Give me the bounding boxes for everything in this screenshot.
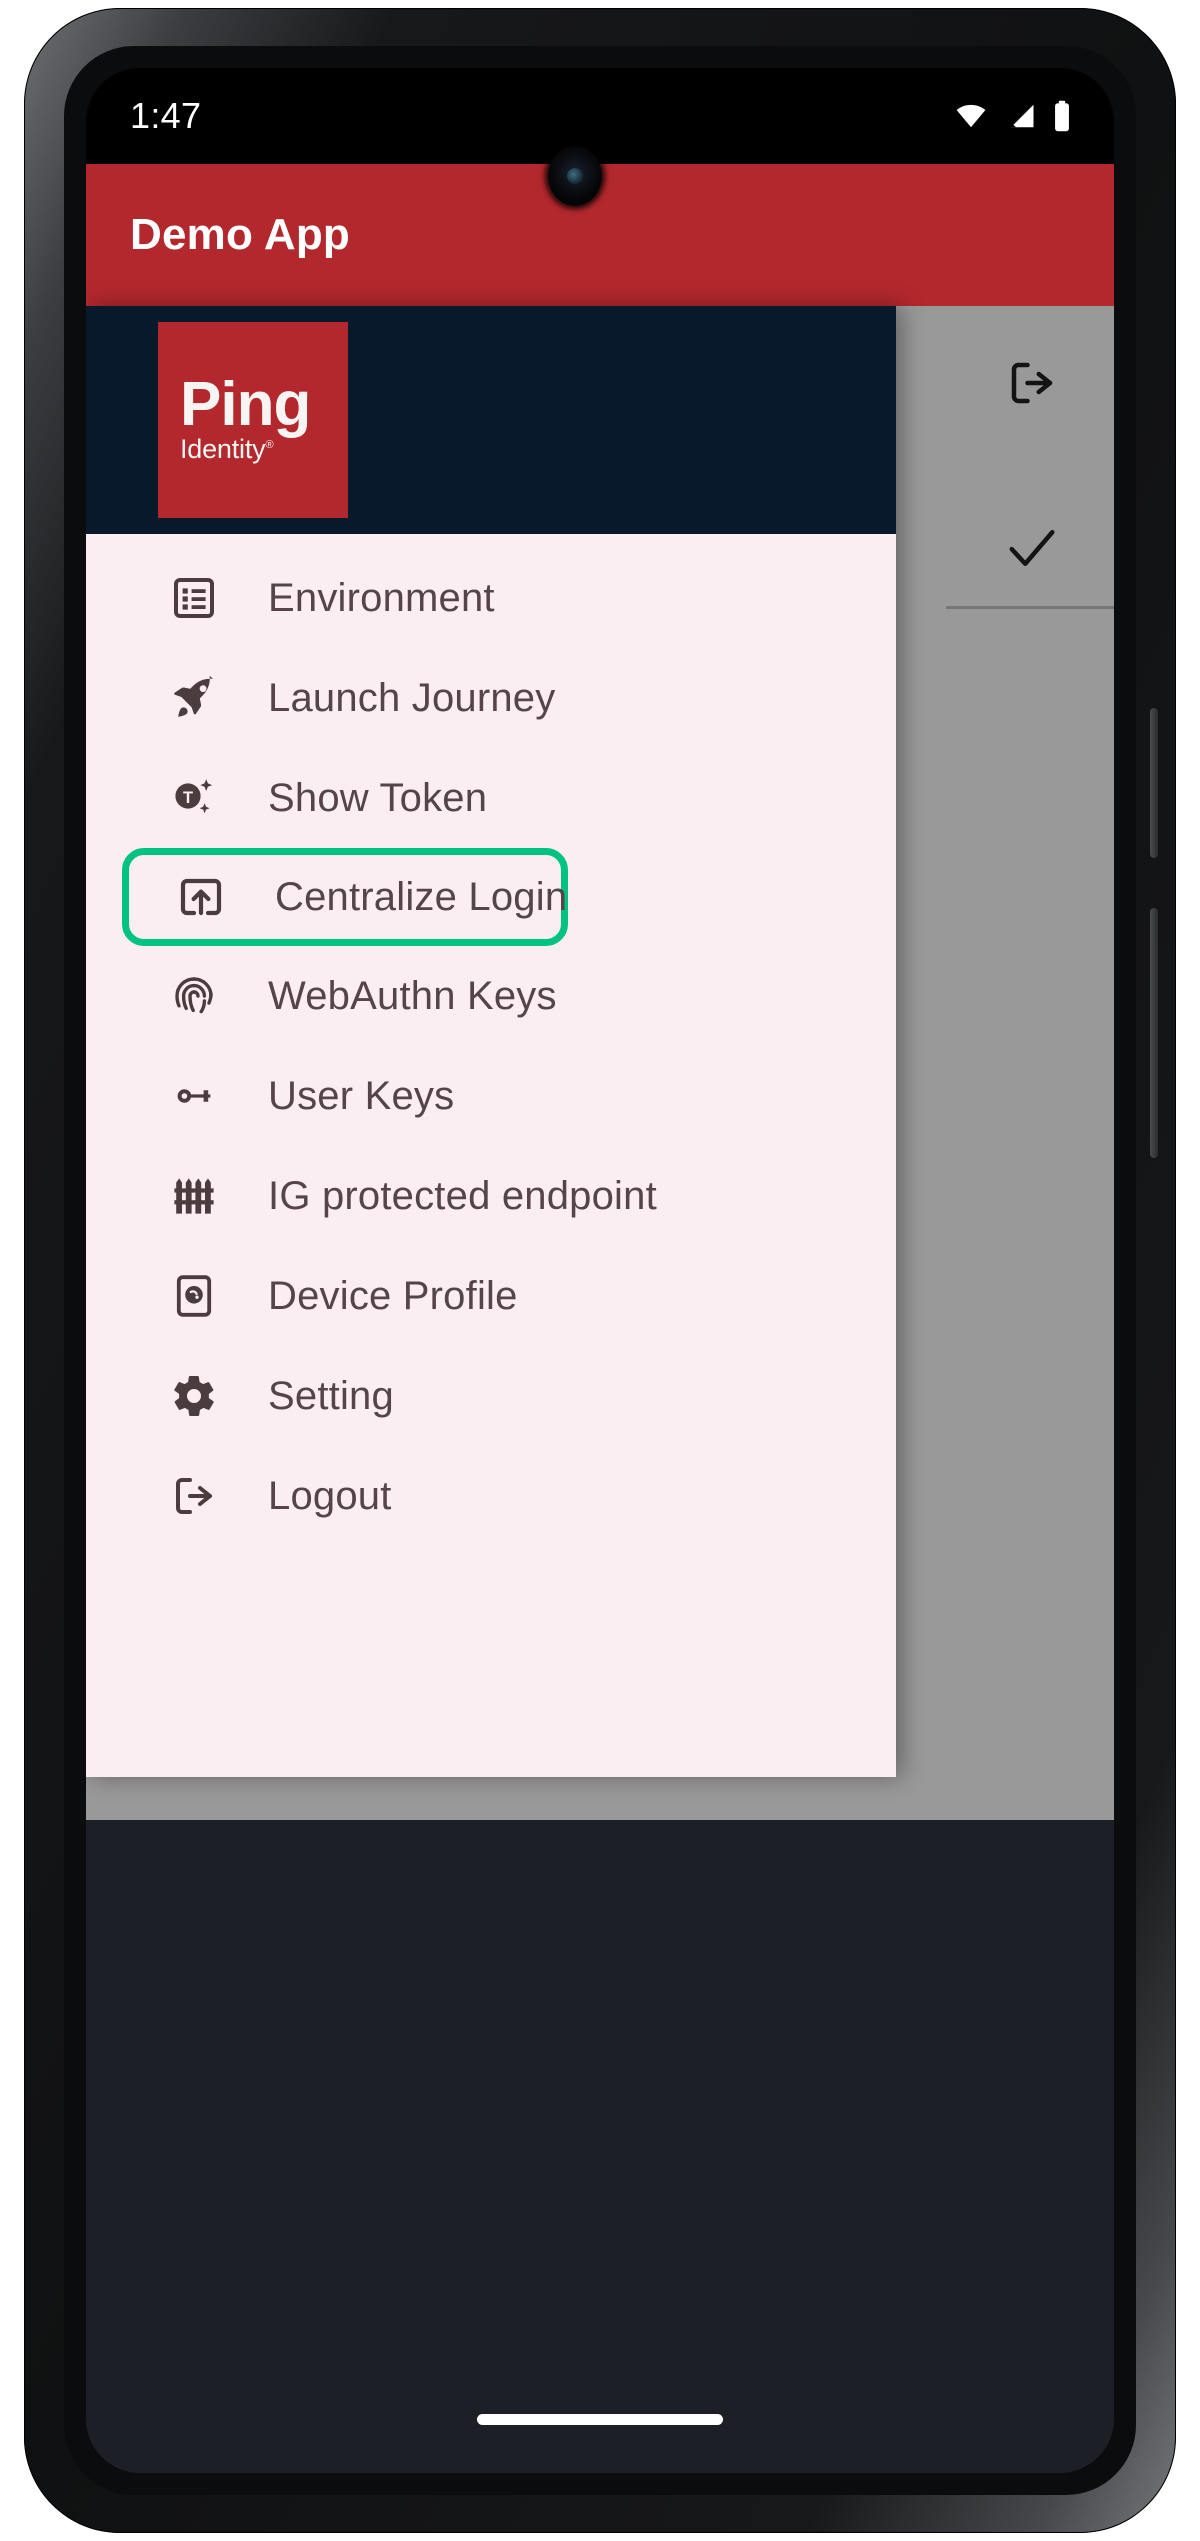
logo-subtext: Identity® xyxy=(180,433,348,465)
drawer-item-setting[interactable]: Setting xyxy=(86,1346,896,1446)
key-icon xyxy=(170,1072,218,1120)
logo-registered-mark: ® xyxy=(265,438,274,451)
logo-wordmark: Ping xyxy=(180,369,311,439)
drawer-item-label: IG protected endpoint xyxy=(268,1173,657,1218)
drawer-item-label: Show Token xyxy=(268,775,488,820)
rocket-icon xyxy=(170,674,218,722)
wifi-icon xyxy=(952,101,990,131)
app-bar-title: Demo App xyxy=(130,210,350,259)
power-button[interactable] xyxy=(1150,708,1158,858)
drawer-item-webauthn-keys[interactable]: WebAuthn Keys xyxy=(86,946,896,1046)
drawer-item-label: Logout xyxy=(268,1473,392,1518)
status-icons xyxy=(952,100,1072,132)
drawer-item-label: Environment xyxy=(268,575,495,620)
phone-screen: 1:47 Demo App Ping Identity® Environment… xyxy=(86,68,1114,2473)
drawer-item-show-token[interactable]: T Show Token xyxy=(86,748,896,848)
open-in-browser-icon xyxy=(177,873,225,921)
drawer-item-launch-journey[interactable]: Launch Journey xyxy=(86,648,896,748)
device-profile-icon xyxy=(170,1272,218,1320)
drawer-item-label: WebAuthn Keys xyxy=(268,973,557,1018)
bottom-dark-region xyxy=(86,1820,1114,2473)
list-box-icon xyxy=(170,574,218,622)
status-clock: 1:47 xyxy=(130,95,202,136)
drawer-header: Ping Identity® xyxy=(86,306,896,534)
navigation-drawer: Ping Identity® Environment Launch Journe… xyxy=(86,306,896,1777)
drawer-item-label: Device Profile xyxy=(268,1273,518,1318)
token-sparkle-icon: T xyxy=(170,774,218,822)
home-gesture-pill[interactable] xyxy=(477,2414,723,2425)
logout-icon[interactable] xyxy=(1005,356,1059,410)
front-camera xyxy=(548,146,602,206)
phone-device-frame: 1:47 Demo App Ping Identity® Environment… xyxy=(24,8,1176,2533)
drawer-item-device-profile[interactable]: Device Profile xyxy=(86,1246,896,1346)
volume-button[interactable] xyxy=(1150,908,1158,1158)
logo-subtext-label: Identity xyxy=(180,433,266,464)
fingerprint-icon xyxy=(170,972,218,1020)
fence-icon xyxy=(170,1172,218,1220)
drawer-item-list: Environment Launch Journey T Show Token … xyxy=(86,534,896,1546)
battery-icon xyxy=(1052,100,1072,132)
drawer-item-label: User Keys xyxy=(268,1073,455,1118)
ping-identity-logo: Ping Identity® xyxy=(158,322,348,518)
drawer-item-centralize-login[interactable]: Centralize Login xyxy=(122,848,568,946)
svg-text:T: T xyxy=(183,789,193,807)
drawer-item-environment[interactable]: Environment xyxy=(86,548,896,648)
cellular-signal-icon xyxy=(1003,101,1039,131)
check-icon[interactable] xyxy=(1005,521,1059,575)
drawer-item-ig-protected-endpoint[interactable]: IG protected endpoint xyxy=(86,1146,896,1246)
content-divider xyxy=(946,606,1114,609)
drawer-item-label: Centralize Login xyxy=(275,874,568,919)
gear-icon xyxy=(170,1372,218,1420)
drawer-item-label: Launch Journey xyxy=(268,675,556,720)
drawer-item-logout[interactable]: Logout xyxy=(86,1446,896,1546)
logout-icon xyxy=(170,1472,218,1520)
status-bar: 1:47 xyxy=(86,68,1114,164)
drawer-item-user-keys[interactable]: User Keys xyxy=(86,1046,896,1146)
drawer-item-label: Setting xyxy=(268,1373,394,1418)
